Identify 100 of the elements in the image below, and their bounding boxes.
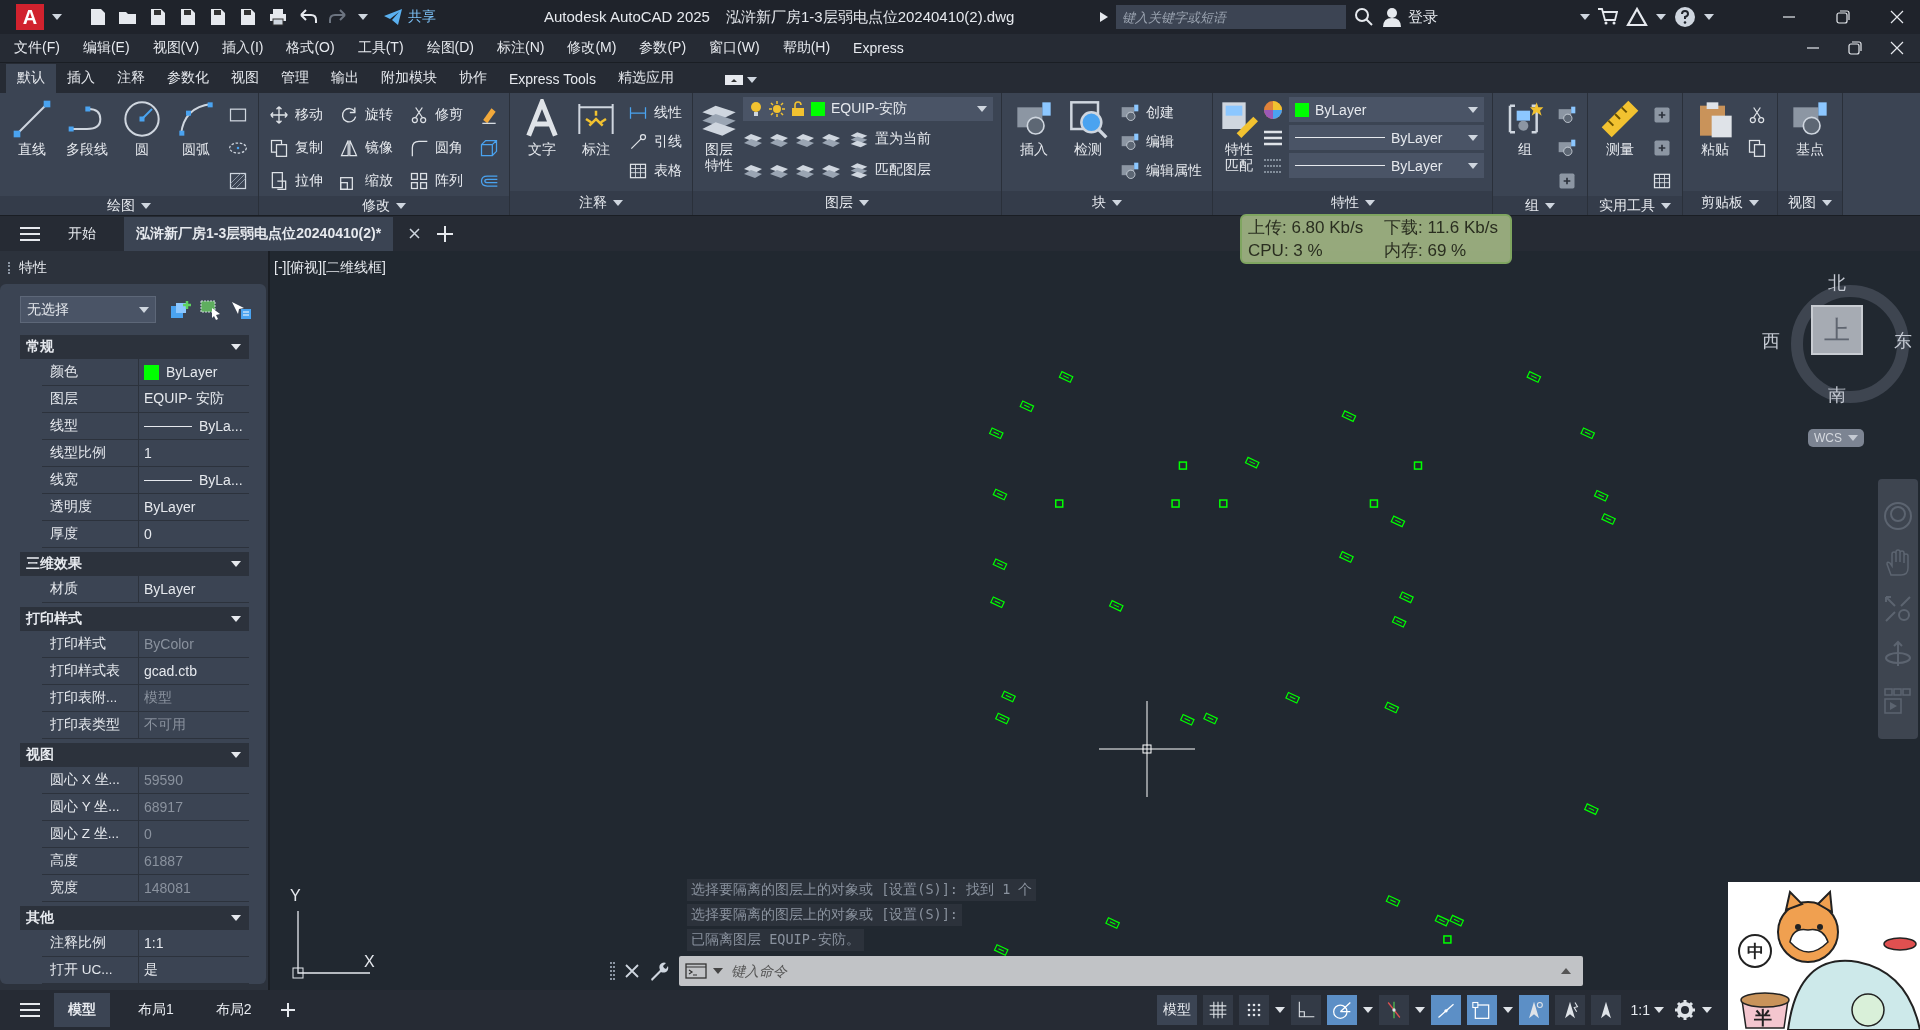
close-icon[interactable] (1890, 10, 1904, 24)
publish-icon[interactable] (208, 7, 228, 27)
search-icon[interactable] (1354, 7, 1375, 27)
section-header[interactable]: 打印样式 (20, 607, 249, 631)
section-header[interactable]: 三维效果 (20, 552, 249, 576)
status-toggle-button[interactable] (1518, 995, 1549, 1025)
status-toggle-button[interactable] (1554, 995, 1585, 1025)
caret-icon[interactable] (141, 202, 151, 209)
add-selection-icon[interactable] (170, 299, 192, 320)
caret-icon[interactable] (1580, 14, 1590, 20)
menu-item[interactable]: 编辑(E) (82, 39, 143, 57)
layout-tab[interactable]: 模型 (54, 993, 110, 1027)
menu-item[interactable]: 插入(I) (222, 39, 277, 57)
property-value[interactable]: gcad.ctb (139, 658, 249, 684)
caret-icon[interactable] (139, 306, 149, 313)
property-value[interactable]: ByLa... (139, 413, 249, 439)
caret-icon[interactable] (1822, 200, 1832, 206)
ribbon-tab[interactable]: 视图 (220, 64, 270, 93)
ribbon-tool-button[interactable]: 编辑属性 (1118, 157, 1204, 184)
panel-title[interactable]: 块 (1002, 191, 1212, 215)
ribbon-tab[interactable]: 管理 (270, 64, 320, 93)
ribbon-tool-button[interactable]: 测量 (1596, 97, 1644, 160)
property-dropdown[interactable]: ByLayer (1289, 125, 1484, 150)
ribbon-tool-button[interactable]: 匹配图层 (847, 158, 933, 182)
panel-title[interactable]: 修改 (259, 196, 509, 215)
menu-item[interactable]: 帮助(H) (782, 39, 844, 57)
section-header[interactable]: 其他 (20, 906, 249, 930)
ribbon-tab[interactable]: Express Tools (498, 66, 607, 93)
settings-icon[interactable] (1674, 999, 1696, 1021)
property-value[interactable]: ByLayer (139, 359, 249, 385)
search-field[interactable]: 键入关键字或短语 (1116, 5, 1347, 29)
property-value[interactable]: 1 (139, 440, 249, 466)
caret-icon[interactable] (1274, 1007, 1285, 1013)
compass-label[interactable]: 南 (1828, 383, 1846, 407)
menu-item[interactable]: 视图(V) (152, 39, 213, 57)
viewport-controls[interactable]: [-][俯视][二维线框] (274, 259, 386, 277)
property-value[interactable]: ByLayer (139, 576, 249, 602)
add-tab-icon[interactable] (279, 1002, 296, 1018)
ribbon-tool-button[interactable]: 复制 (267, 134, 325, 161)
status-toggle-button[interactable] (1430, 995, 1461, 1025)
caret-icon[interactable] (1545, 202, 1555, 209)
ribbon-tool-button[interactable]: 标注 (572, 97, 620, 160)
caret-icon[interactable] (977, 106, 987, 112)
new-document-icon[interactable] (88, 7, 108, 27)
ribbon-tool-button[interactable]: 修剪 (407, 101, 465, 128)
caret-icon[interactable] (1112, 200, 1122, 206)
close-icon[interactable] (1890, 41, 1904, 55)
section-header[interactable]: 视图 (20, 743, 249, 767)
ribbon-tool-button[interactable]: 拉伸 (267, 167, 325, 194)
triangle-nodes-icon[interactable] (1626, 7, 1648, 27)
caret-icon[interactable] (746, 77, 757, 83)
ribbon-tool-button[interactable]: 编辑 (1118, 128, 1204, 155)
caret-icon[interactable] (859, 200, 869, 206)
ribbon-tab[interactable]: 参数化 (156, 64, 220, 93)
status-toggle-button[interactable] (1238, 995, 1269, 1025)
ribbon-tab[interactable]: 附加模块 (370, 64, 448, 93)
cartoon-dog-drawing[interactable] (1728, 882, 1920, 1030)
menu-item[interactable]: 格式(O) (286, 39, 348, 57)
ribbon-tool-button[interactable]: 圆 (118, 97, 166, 160)
caret-icon[interactable] (1468, 134, 1478, 141)
layer-dropdown[interactable]: EQUIP-安防 (743, 97, 993, 121)
layout-tab[interactable]: 布局1 (124, 993, 188, 1027)
ribbon-tab[interactable]: 注释 (106, 64, 156, 93)
compass-label[interactable]: 北 (1828, 271, 1846, 295)
status-toggle-button[interactable] (1378, 995, 1409, 1025)
command-input[interactable]: 键入命令 (729, 962, 1555, 980)
ribbon-tab[interactable]: 协作 (448, 64, 498, 93)
ribbon-tool-button[interactable]: 图层特性 (701, 97, 737, 176)
menu-item[interactable]: 工具(T) (357, 39, 417, 57)
ribbon-tool-button[interactable]: 缩放 (337, 167, 395, 194)
menu-item[interactable]: Express (853, 40, 917, 56)
annotation-scale-dropdown[interactable]: 1:1 (1626, 1002, 1668, 1018)
model-space-button[interactable]: 模型 (1156, 995, 1197, 1025)
status-toggle-button[interactable] (1466, 995, 1497, 1025)
panel-title[interactable]: 注释 (510, 191, 692, 215)
panel-title[interactable]: 组 (1493, 196, 1587, 215)
caret-icon[interactable] (1656, 14, 1666, 20)
help-icon[interactable] (1674, 6, 1696, 28)
ribbon-tab[interactable]: 默认 (6, 64, 56, 93)
caret-up-icon[interactable] (1561, 968, 1571, 974)
caret-icon[interactable] (231, 752, 241, 758)
menu-item[interactable]: 参数(P) (639, 39, 700, 57)
caret-icon[interactable] (231, 915, 241, 921)
quick-select-icon[interactable] (230, 299, 252, 320)
status-toggle-button[interactable] (1590, 995, 1621, 1025)
ribbon-tab[interactable]: 插入 (56, 64, 106, 93)
ribbon-tool-button[interactable]: 创建 (1118, 99, 1204, 126)
caret-icon[interactable] (52, 14, 62, 20)
share-button[interactable]: 共享 (384, 8, 436, 26)
caret-icon[interactable] (1502, 1007, 1513, 1013)
panel-title[interactable]: 实用工具 (1588, 196, 1682, 215)
property-value[interactable]: ByLa... (139, 467, 249, 493)
grip-handle[interactable] (8, 261, 13, 274)
caret-icon[interactable] (231, 344, 241, 350)
ribbon-tool-button[interactable]: 旋转 (337, 101, 395, 128)
document-tab[interactable]: 开始 (56, 216, 108, 251)
caret-icon[interactable] (1468, 106, 1478, 113)
share-export-icon[interactable] (238, 7, 258, 27)
property-dropdown[interactable]: ByLayer (1289, 153, 1484, 178)
ribbon-tool-button[interactable]: 多段线 (62, 97, 112, 160)
